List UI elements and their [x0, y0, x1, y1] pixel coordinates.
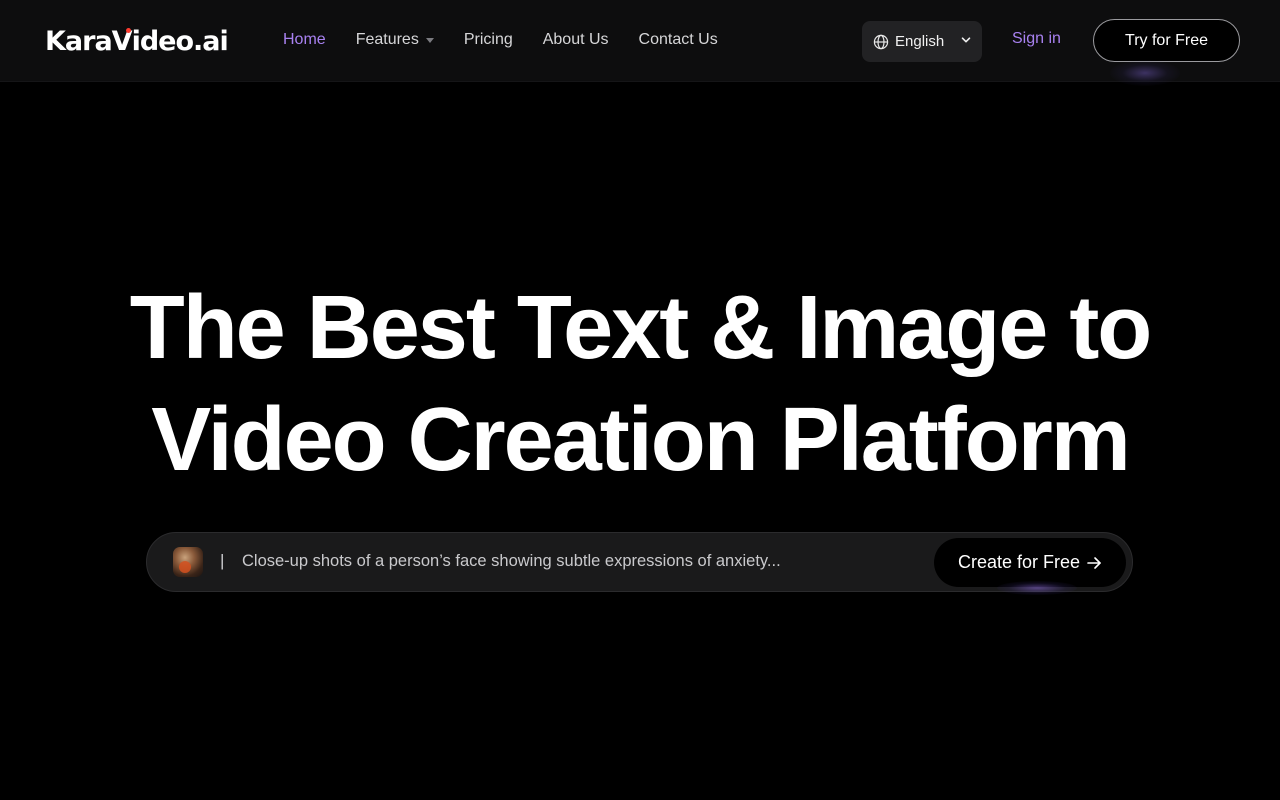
logo-text-right: ideo.ai	[131, 25, 229, 57]
nav-item-label: Home	[283, 31, 326, 48]
nav-item-label: Contact Us	[638, 31, 718, 48]
chevron-down-icon	[961, 37, 971, 43]
nav-item-home[interactable]: Home	[283, 31, 326, 49]
nav-item-label: Features	[355, 31, 419, 48]
hero-title-line-2: Video Creation Platform	[151, 390, 1131, 490]
prompt-text[interactable]: Close-up shots of a person’s face showin…	[242, 552, 781, 571]
nav-item-pricing[interactable]: Pricing	[464, 31, 513, 49]
caret-down-icon	[425, 38, 434, 43]
text-cursor: |	[220, 551, 225, 570]
try-for-free-label: Try for Free	[1125, 31, 1208, 49]
arrow-right-icon	[1087, 556, 1101, 569]
logo-dot-icon	[125, 27, 131, 33]
logo[interactable]: KaraV ideo.ai	[45, 25, 229, 57]
prompt-bar[interactable]: | Close-up shots of a person’s face show…	[146, 532, 1133, 595]
globe-icon	[873, 34, 889, 49]
nav-item-features[interactable]: Features	[356, 31, 434, 49]
create-for-free-label: Create for Free	[957, 552, 1081, 572]
language-label: English	[895, 33, 945, 50]
prompt-thumbnail-image	[173, 547, 203, 577]
hero-title-line-1: The Best Text & Image to	[129, 278, 1153, 378]
nav-item-label: Pricing	[463, 31, 513, 48]
nav-item-label: About Us	[542, 31, 609, 48]
hero-title: The Best Text & Image to Video Creation …	[0, 272, 1280, 496]
language-select[interactable]: English	[862, 21, 982, 62]
logo-text-left: KaraV	[45, 25, 133, 57]
create-for-free-button[interactable]: Create for Free	[934, 538, 1126, 587]
try-for-free-button[interactable]: Try for Free	[1093, 19, 1240, 62]
nav-item-contact-us[interactable]: Contact Us	[639, 31, 718, 49]
site-header: KaraV ideo.ai Home Features Pricing About…	[0, 0, 1280, 82]
main-nav: Home Features Pricing About Us Contact U…	[283, 28, 718, 52]
nav-item-about-us[interactable]: About Us	[543, 31, 609, 49]
sign-in-link[interactable]: Sign in	[1012, 30, 1061, 48]
